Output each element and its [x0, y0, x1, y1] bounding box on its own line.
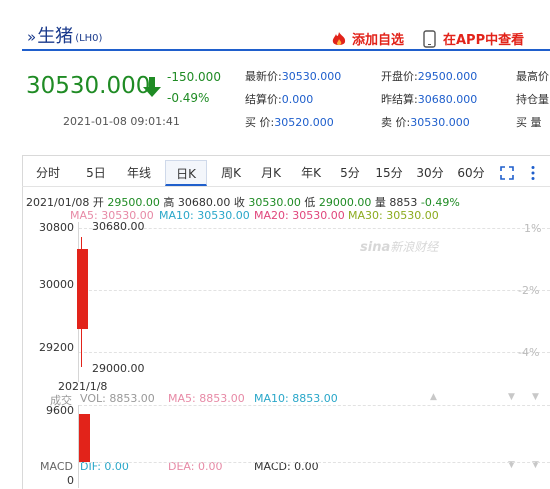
- vol-value: VOL: 8853.00: [80, 392, 155, 405]
- quote-field: 开盘价:29500.000: [381, 70, 478, 83]
- add-watchlist-button[interactable]: 添加自选: [330, 29, 404, 48]
- vol-ma5: MA5: 8853.00: [168, 392, 245, 405]
- quote-field: 最新价:30530.000: [245, 70, 342, 83]
- phone-icon: [423, 29, 436, 48]
- quote-field: 结算价:0.000: [245, 93, 314, 106]
- grid-line: [79, 462, 550, 463]
- tab-5min[interactable]: 5分: [335, 160, 365, 186]
- quote-field: 买 量: [516, 116, 542, 129]
- period-tabs: 分时 5日 年线 日K 周K 月K 年K 5分 15分 30分 60分: [22, 160, 550, 186]
- last-price: 30530.000: [26, 73, 151, 99]
- tab-weekly-k[interactable]: 周K: [215, 160, 247, 186]
- volume-bar: [79, 414, 90, 462]
- low-price-label: 29000.00: [92, 362, 145, 375]
- price-tick: 29200: [39, 341, 74, 354]
- triangle-up-icon[interactable]: ▲: [430, 392, 437, 402]
- flame-icon: [332, 31, 346, 45]
- ohlc-line: 2021/01/08 开 29500.00 高 30680.00 收 30530…: [26, 196, 460, 209]
- candle-body: [77, 248, 88, 329]
- tab-30min[interactable]: 30分: [413, 160, 447, 186]
- quote-timestamp: 2021-01-08 09:01:41: [63, 115, 180, 128]
- tab-year-line[interactable]: 年线: [123, 160, 155, 186]
- tab-monthly-k[interactable]: 月K: [255, 160, 287, 186]
- quote-field: 昨结算:30680.000: [381, 93, 478, 106]
- grid-line: [79, 228, 550, 229]
- price-tick: 30800: [39, 221, 74, 234]
- ma10-label: MA10: 30530.00: [159, 209, 250, 222]
- app-view-button[interactable]: 在APP中查看: [423, 29, 524, 48]
- quote-field: 最高价: [516, 70, 549, 83]
- price-tick: 30000: [39, 278, 74, 291]
- vol-ma10: MA10: 8853.00: [254, 392, 338, 405]
- more-icon[interactable]: [530, 165, 536, 181]
- title-underline: [22, 49, 550, 51]
- ma20-label: MA20: 30530.00: [254, 209, 345, 222]
- grid-line: [79, 290, 550, 291]
- volume-tick: 9600: [46, 404, 74, 417]
- triangle-down-icon[interactable]: ▼: [508, 392, 515, 402]
- tab-15min[interactable]: 15分: [372, 160, 406, 186]
- tabs-divider: [22, 186, 550, 187]
- instrument-title: »生猪 (LH0): [27, 22, 102, 48]
- add-watchlist-label: 添加自选: [352, 33, 405, 48]
- grid-line: [79, 352, 550, 353]
- quote-field: 买 价:30520.000: [245, 116, 334, 129]
- high-price-label: 30680.00: [92, 220, 145, 233]
- ma30-label: MA30: 30530.00: [348, 209, 439, 222]
- macd-label: MACD: [40, 460, 73, 473]
- chevron-icon: »: [27, 28, 37, 46]
- pct-tick: -4%: [518, 346, 540, 359]
- tab-60min[interactable]: 60分: [454, 160, 488, 186]
- quote-field: 卖 价:30530.000: [381, 116, 470, 129]
- instrument-name: 生猪: [37, 26, 74, 47]
- instrument-code: (LH0): [75, 33, 103, 44]
- tab-5day[interactable]: 5日: [82, 160, 110, 186]
- pct-tick: 1%: [524, 222, 542, 235]
- tab-yearly-k[interactable]: 年K: [295, 160, 327, 186]
- sina-watermark: sina新浪财经: [360, 240, 439, 255]
- price-change-pct: -0.49%: [167, 91, 210, 105]
- price-change: -150.000: [167, 70, 221, 84]
- grid-line: [79, 405, 550, 406]
- down-arrow-icon: [143, 77, 161, 97]
- triangle-down-icon[interactable]: ▼: [532, 392, 539, 402]
- fullscreen-icon[interactable]: [500, 166, 514, 180]
- pct-tick: -2%: [518, 284, 540, 297]
- macd-tick: 0: [67, 474, 74, 487]
- quote-field: 持仓量: [516, 93, 549, 106]
- tab-daily-k[interactable]: 日K: [165, 160, 207, 186]
- macd-axis-line: [78, 462, 79, 488]
- app-view-label: 在APP中查看: [443, 33, 525, 48]
- tab-minute[interactable]: 分时: [32, 160, 64, 186]
